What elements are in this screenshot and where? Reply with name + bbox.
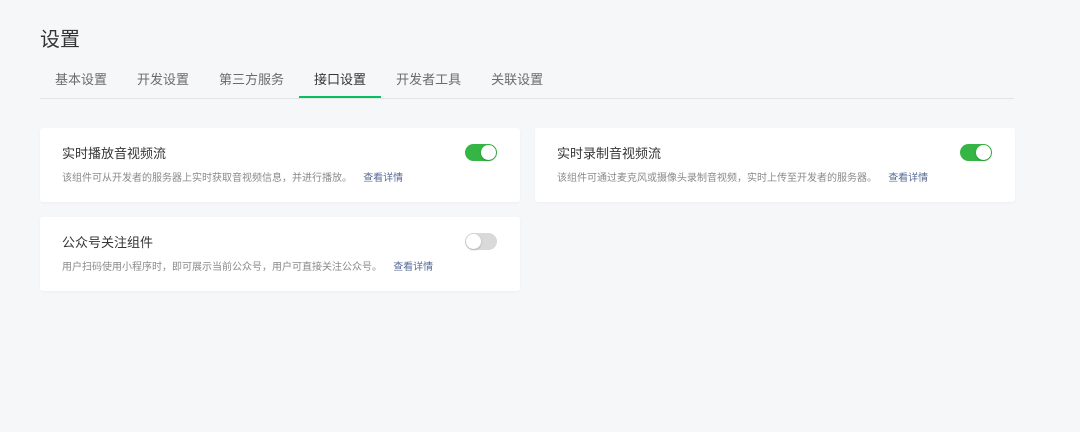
- live-pusher-card: 实时录制音视频流 该组件可通过麦克风或摄像头录制音视频，实时上传至开发者的服务器…: [535, 128, 1015, 202]
- settings-tab-bar: 基本设置 开发设置 第三方服务 接口设置 开发者工具 关联设置: [40, 70, 1014, 99]
- tab-development-settings[interactable]: 开发设置: [122, 70, 204, 98]
- official-account-follow-toggle[interactable]: [465, 233, 497, 250]
- card-description-text: 用户扫码使用小程序时，即可展示当前公众号，用户可直接关注公众号。: [62, 262, 382, 273]
- card-description: 该组件可通过麦克风或摄像头录制音视频，实时上传至开发者的服务器。 查看详情: [557, 172, 928, 186]
- live-pusher-toggle[interactable]: [960, 144, 992, 161]
- tab-association-settings[interactable]: 关联设置: [476, 70, 558, 98]
- view-details-link[interactable]: 查看详情: [888, 173, 928, 184]
- live-player-card: 实时播放音视频流 该组件可从开发者的服务器上实时获取音视频信息，并进行播放。 查…: [40, 128, 520, 202]
- card-title: 实时录制音视频流: [557, 147, 662, 162]
- card-title: 实时播放音视频流: [62, 147, 167, 162]
- card-title: 公众号关注组件: [62, 236, 154, 251]
- card-description-text: 该组件可从开发者的服务器上实时获取音视频信息，并进行播放。: [62, 173, 352, 184]
- official-account-follow-card: 公众号关注组件 用户扫码使用小程序时，即可展示当前公众号，用户可直接关注公众号。…: [40, 217, 520, 291]
- tab-interface-settings[interactable]: 接口设置: [299, 70, 382, 98]
- card-description: 该组件可从开发者的服务器上实时获取音视频信息，并进行播放。 查看详情: [62, 172, 403, 186]
- tab-basic-settings[interactable]: 基本设置: [40, 70, 122, 98]
- live-player-toggle[interactable]: [465, 144, 497, 161]
- toggle-knob: [481, 145, 496, 160]
- toggle-knob: [976, 145, 991, 160]
- toggle-knob: [466, 234, 481, 249]
- view-details-link[interactable]: 查看详情: [393, 262, 433, 273]
- tab-third-party-services[interactable]: 第三方服务: [204, 70, 299, 98]
- card-description-text: 该组件可通过麦克风或摄像头录制音视频，实时上传至开发者的服务器。: [557, 173, 877, 184]
- view-details-link[interactable]: 查看详情: [363, 173, 403, 184]
- tab-developer-tools[interactable]: 开发者工具: [381, 70, 476, 98]
- page-title: 设置: [40, 27, 80, 51]
- card-description: 用户扫码使用小程序时，即可展示当前公众号，用户可直接关注公众号。 查看详情: [62, 261, 433, 275]
